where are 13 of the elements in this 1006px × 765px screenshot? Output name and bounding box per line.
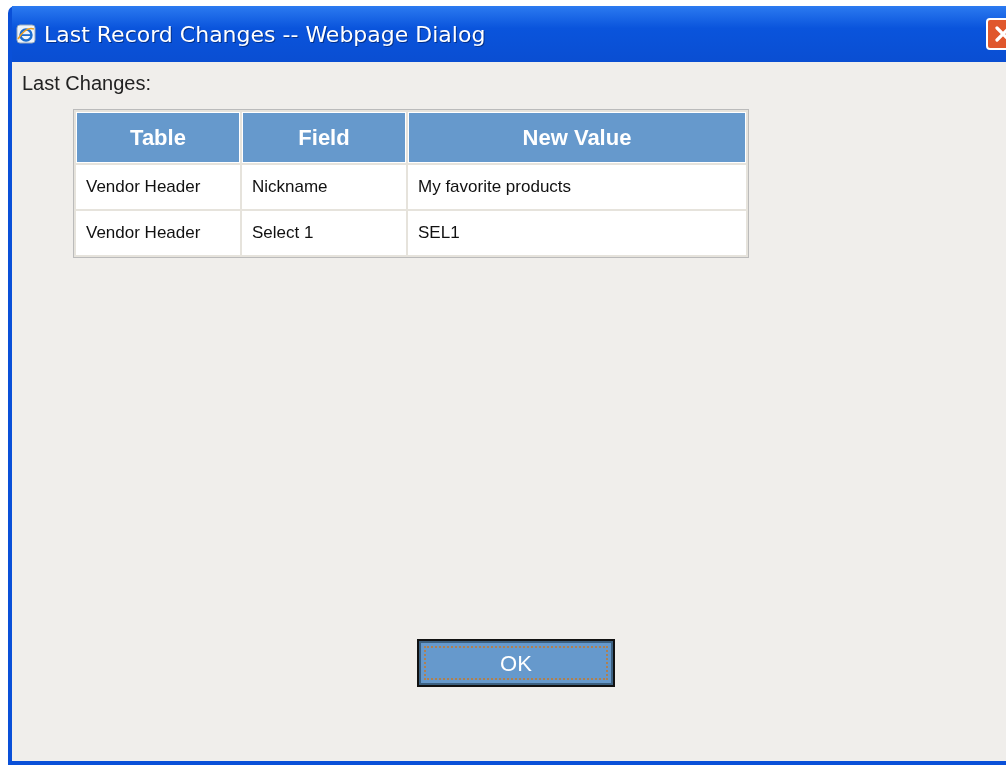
table-cell: SEL1 xyxy=(408,211,746,255)
column-header: Field xyxy=(242,112,406,163)
column-header: New Value xyxy=(408,112,746,163)
table-cell: Nickname xyxy=(242,165,406,209)
browser-logo-icon xyxy=(16,24,36,44)
ok-button[interactable]: OK xyxy=(417,639,615,687)
table-cell: My favorite products xyxy=(408,165,746,209)
table-cell: Vendor Header xyxy=(76,211,240,255)
table-cell: Select 1 xyxy=(242,211,406,255)
column-header: Table xyxy=(76,112,240,163)
window-title: Last Record Changes -- Webpage Dialog xyxy=(44,21,486,47)
section-label: Last Changes: xyxy=(22,72,152,95)
table-cell: Vendor Header xyxy=(76,165,240,209)
